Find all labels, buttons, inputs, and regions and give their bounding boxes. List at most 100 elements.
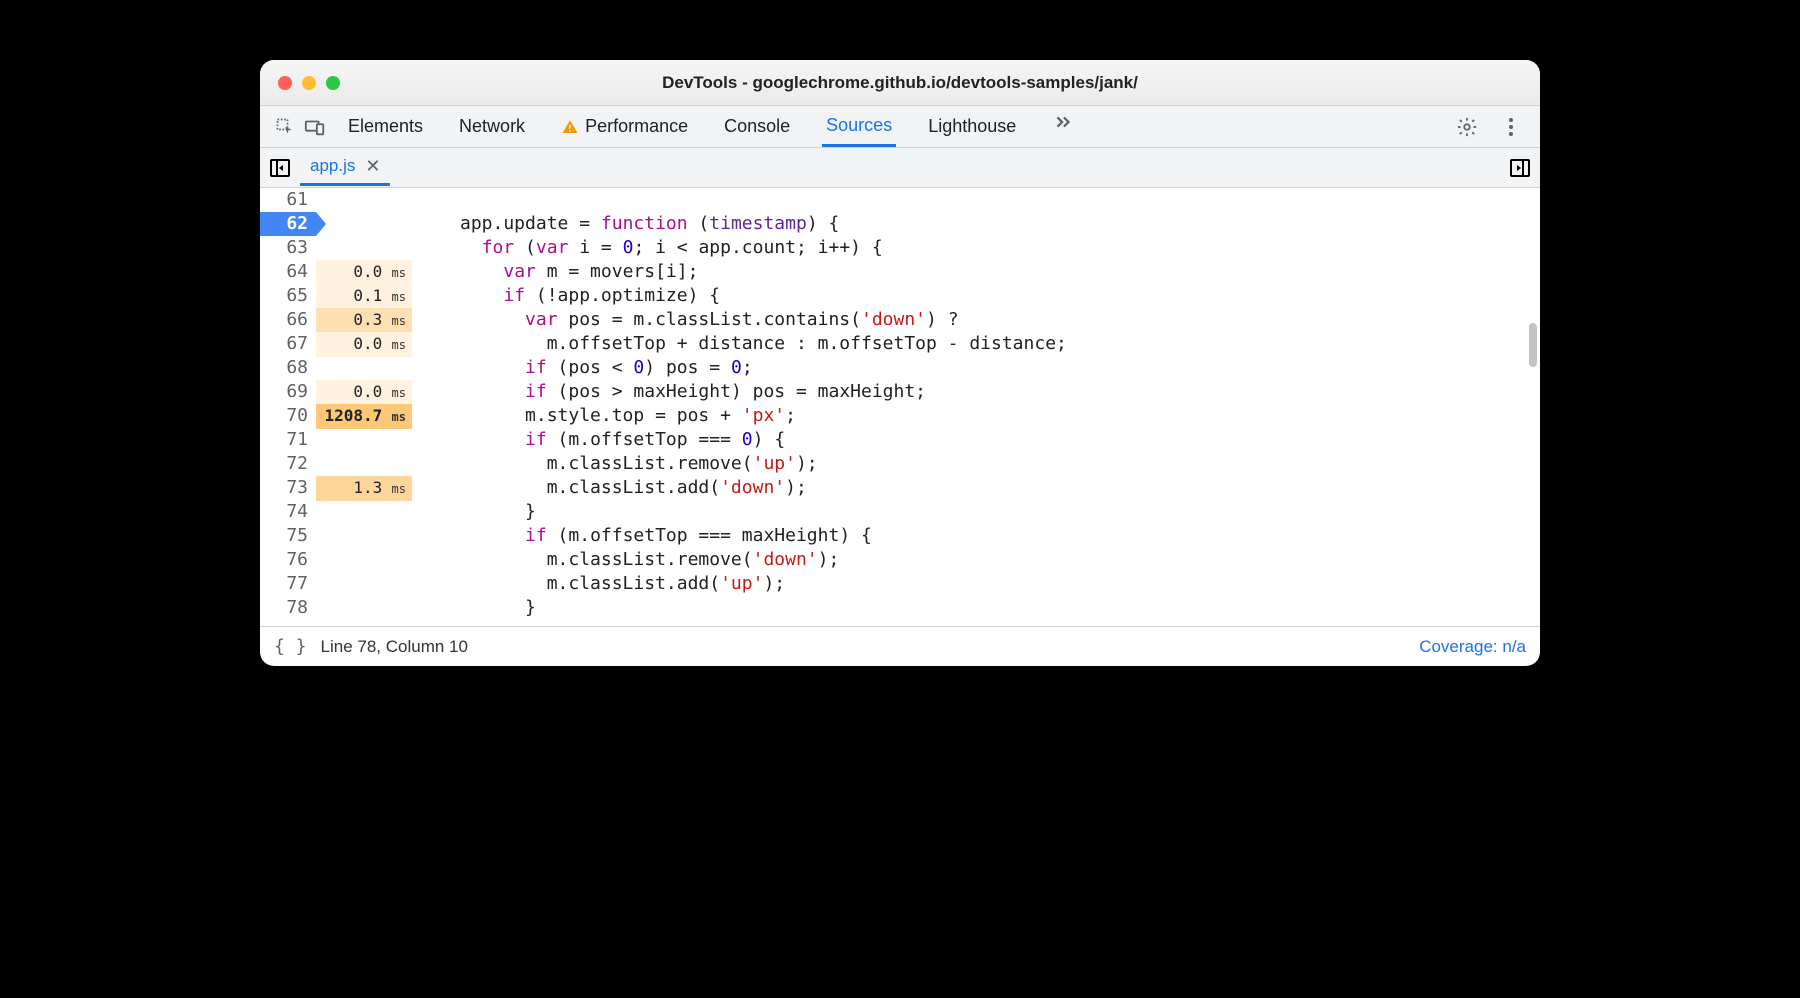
code-line[interactable]: if (pos > maxHeight) pos = maxHeight;: [460, 380, 1540, 404]
line-number[interactable]: 70: [260, 404, 316, 428]
tab-label: Console: [724, 116, 790, 137]
gutter-row[interactable]: 72: [260, 452, 420, 476]
line-number[interactable]: 64: [260, 260, 316, 284]
line-number[interactable]: 75: [260, 524, 316, 548]
window-title: DevTools - googlechrome.github.io/devtoo…: [260, 73, 1540, 93]
code-line[interactable]: var pos = m.classList.contains('down') ?: [460, 308, 1540, 332]
gutter-row[interactable]: 78: [260, 596, 420, 620]
file-tab-appjs[interactable]: app.js ✕: [300, 150, 390, 186]
code-line[interactable]: for (var i = 0; i < app.count; i++) {: [460, 236, 1540, 260]
tab-console[interactable]: Console: [720, 107, 794, 147]
inspect-element-icon[interactable]: [270, 112, 300, 142]
line-number[interactable]: 76: [260, 548, 316, 572]
gutter-row[interactable]: 76: [260, 548, 420, 572]
tab-performance[interactable]: Performance: [557, 107, 692, 147]
gutter-row[interactable]: 650.1 ms: [260, 284, 420, 308]
code-line[interactable]: var m = movers[i];: [460, 260, 1540, 284]
pretty-print-icon[interactable]: { }: [274, 636, 307, 657]
close-icon[interactable]: ✕: [365, 156, 380, 177]
gutter-row[interactable]: 670.0 ms: [260, 332, 420, 356]
line-number[interactable]: 66: [260, 308, 316, 332]
kebab-menu-icon[interactable]: [1496, 112, 1526, 142]
code-line[interactable]: if (m.offsetTop === 0) {: [460, 428, 1540, 452]
code-line[interactable]: [460, 188, 1540, 212]
code-line[interactable]: m.classList.add('down');: [460, 476, 1540, 500]
gutter-row[interactable]: 660.3 ms: [260, 308, 420, 332]
line-number[interactable]: 62: [260, 212, 316, 236]
line-number[interactable]: 72: [260, 452, 316, 476]
tab-label: Performance: [585, 116, 688, 137]
gutter-row[interactable]: 75: [260, 524, 420, 548]
line-number[interactable]: 68: [260, 356, 316, 380]
line-number[interactable]: 71: [260, 428, 316, 452]
traffic-lights: [278, 76, 340, 90]
cursor-position: Line 78, Column 10: [321, 637, 468, 657]
statusbar: { } Line 78, Column 10 Coverage: n/a: [260, 626, 1540, 666]
line-timing: 0.0 ms: [316, 380, 412, 405]
line-number[interactable]: 69: [260, 380, 316, 404]
code-line[interactable]: if (!app.optimize) {: [460, 284, 1540, 308]
gutter-row[interactable]: 74: [260, 500, 420, 524]
tab-lighthouse[interactable]: Lighthouse: [924, 107, 1020, 147]
scrollbar-thumb[interactable]: [1529, 323, 1537, 367]
code-line[interactable]: m.style.top = pos + 'px';: [460, 404, 1540, 428]
code-editor[interactable]: 616263640.0 ms650.1 ms660.3 ms670.0 ms68…: [260, 188, 1540, 626]
line-timing: 0.0 ms: [316, 260, 412, 285]
tab-label: Network: [459, 116, 525, 137]
line-number[interactable]: 74: [260, 500, 316, 524]
line-number[interactable]: 61: [260, 188, 316, 212]
show-debugger-icon[interactable]: [1510, 159, 1530, 177]
show-navigator-icon[interactable]: [270, 159, 290, 177]
gutter-row[interactable]: 68: [260, 356, 420, 380]
code-line[interactable]: m.offsetTop + distance : m.offsetTop - d…: [460, 332, 1540, 356]
code-line[interactable]: app.update = function (timestamp) {: [460, 212, 1540, 236]
line-timing: 0.3 ms: [316, 308, 412, 333]
devtools-window: DevTools - googlechrome.github.io/devtoo…: [260, 60, 1540, 666]
tab-label: Lighthouse: [928, 116, 1016, 137]
line-number[interactable]: 78: [260, 596, 316, 620]
titlebar: DevTools - googlechrome.github.io/devtoo…: [260, 60, 1540, 106]
code-line[interactable]: m.classList.remove('up');: [460, 452, 1540, 476]
code-line[interactable]: m.classList.remove('down');: [460, 548, 1540, 572]
line-timing: 0.0 ms: [316, 332, 412, 357]
gutter-row[interactable]: 77: [260, 572, 420, 596]
code-area[interactable]: app.update = function (timestamp) { for …: [420, 188, 1540, 626]
close-window-button[interactable]: [278, 76, 292, 90]
device-toolbar-icon[interactable]: [300, 112, 330, 142]
tab-sources[interactable]: Sources: [822, 107, 896, 147]
gutter-row[interactable]: 71: [260, 428, 420, 452]
panel-tabs: Elements Network Performance Console Sou…: [344, 107, 1452, 147]
line-number[interactable]: 65: [260, 284, 316, 308]
gutter-row[interactable]: 63: [260, 236, 420, 260]
settings-icon[interactable]: [1452, 112, 1482, 142]
sources-subtoolbar: app.js ✕: [260, 148, 1540, 188]
gutter-row[interactable]: 61: [260, 188, 420, 212]
file-tab-label: app.js: [310, 156, 355, 176]
code-line[interactable]: m.classList.add('up');: [460, 572, 1540, 596]
tab-network[interactable]: Network: [455, 107, 529, 147]
gutter-row[interactable]: 701208.7 ms: [260, 404, 420, 428]
minimize-window-button[interactable]: [302, 76, 316, 90]
code-line[interactable]: }: [460, 596, 1540, 620]
warning-icon: [561, 118, 579, 136]
editor-gutter[interactable]: 616263640.0 ms650.1 ms660.3 ms670.0 ms68…: [260, 188, 420, 626]
tab-elements[interactable]: Elements: [344, 107, 427, 147]
line-number[interactable]: 67: [260, 332, 316, 356]
zoom-window-button[interactable]: [326, 76, 340, 90]
gutter-row[interactable]: 731.3 ms: [260, 476, 420, 500]
code-line[interactable]: }: [460, 500, 1540, 524]
coverage-link[interactable]: Coverage: n/a: [1419, 637, 1526, 657]
line-timing: 1208.7 ms: [316, 404, 412, 429]
line-number[interactable]: 73: [260, 476, 316, 500]
line-timing: 0.1 ms: [316, 284, 412, 309]
code-line[interactable]: if (pos < 0) pos = 0;: [460, 356, 1540, 380]
tab-label: Sources: [826, 115, 892, 136]
line-number[interactable]: 63: [260, 236, 316, 260]
gutter-row[interactable]: 690.0 ms: [260, 380, 420, 404]
gutter-row[interactable]: 640.0 ms: [260, 260, 420, 284]
code-line[interactable]: if (m.offsetTop === maxHeight) {: [460, 524, 1540, 548]
toolbar-right: [1452, 112, 1526, 142]
more-tabs-icon[interactable]: [1048, 107, 1078, 137]
line-number[interactable]: 77: [260, 572, 316, 596]
gutter-row[interactable]: 62: [260, 212, 420, 236]
